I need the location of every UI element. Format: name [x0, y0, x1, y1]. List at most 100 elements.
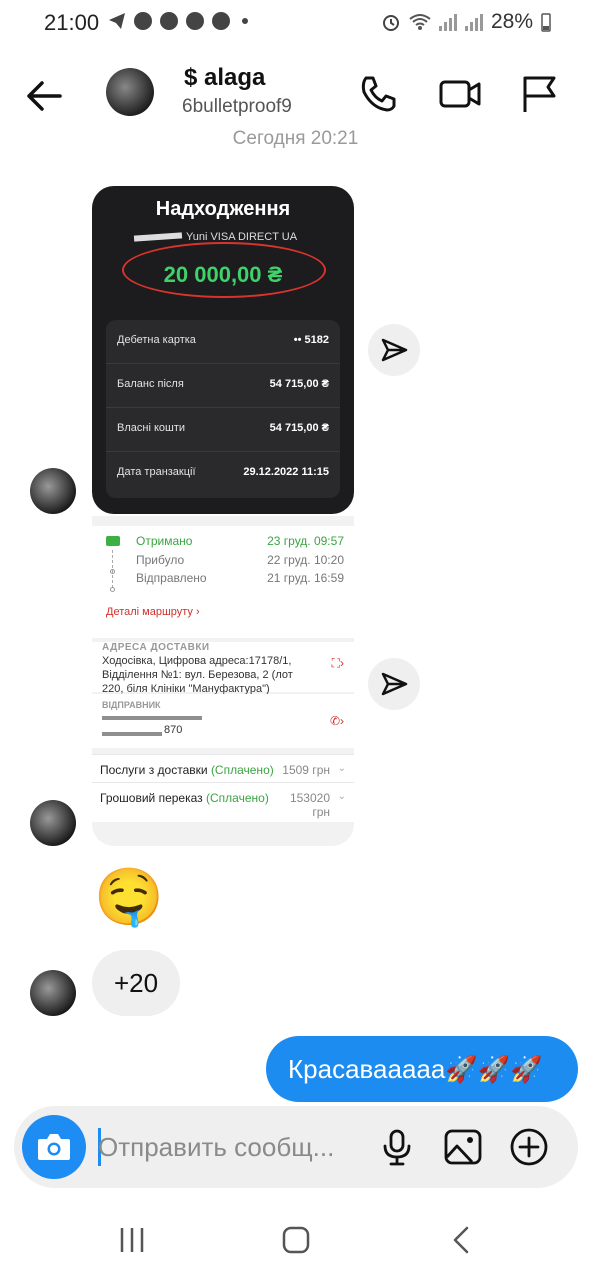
receipt-details-table: Дебетна картка •• 5182 Баланс після 54 7…	[106, 320, 340, 498]
receipt-subtitle: Yuni VISA DIRECT UA	[133, 231, 344, 243]
receipt-row-value: 54 715,00 ₴	[269, 378, 329, 390]
flag-icon	[523, 76, 556, 112]
contact-avatar[interactable]	[30, 468, 76, 514]
outgoing-message-bubble[interactable]: Красавааааа🚀🚀🚀	[266, 1036, 578, 1102]
tracking-status: Відправлено	[136, 571, 207, 585]
redaction-mark	[133, 232, 183, 242]
share-button[interactable]	[368, 324, 420, 376]
signal-icon	[438, 13, 457, 31]
redacted-text	[102, 732, 162, 736]
route-details-link: Деталі маршруту ›	[106, 606, 200, 618]
contact-avatar[interactable]	[106, 68, 154, 116]
date-separator: Сегодня 20:21	[232, 128, 359, 149]
system-navigation-bar	[0, 1196, 591, 1280]
system-status: 28%	[381, 10, 551, 34]
home-button[interactable]	[276, 1222, 316, 1258]
tracking-status: Прибуло	[136, 553, 185, 567]
receipt-row-label: Дебетна картка	[117, 334, 196, 346]
system-back-button[interactable]	[442, 1222, 482, 1258]
video-call-button[interactable]	[436, 70, 484, 118]
sender-section: ВІДПРАВНИК 870 ✆›	[92, 694, 354, 748]
receipt-image-message[interactable]: Надходження Yuni VISA DIRECT UA 20 000,0…	[92, 186, 354, 514]
receipt-row: Дебетна картка •• 5182	[106, 320, 340, 364]
receipt-row-value: 29.12.2022 11:15	[243, 466, 329, 478]
contact-avatar[interactable]	[30, 800, 76, 846]
map-icon: ⛶›	[331, 656, 344, 670]
fee-row: Послуги з доставки (Сплачено) 1509 грн ⌄	[92, 754, 354, 782]
fee-label: Послуги з доставки (Сплачено)	[100, 763, 274, 777]
microphone-icon	[383, 1129, 411, 1166]
tracking-time: 21 груд. 16:59	[267, 571, 344, 585]
voice-message-button[interactable]	[376, 1126, 418, 1168]
truck-icon	[106, 536, 120, 546]
report-button[interactable]	[516, 70, 564, 118]
wifi-icon	[409, 14, 431, 30]
share-button[interactable]	[368, 658, 420, 710]
send-icon	[381, 672, 408, 696]
facebook-icon	[160, 12, 178, 30]
receipt-row: Власні кошти 54 715,00 ₴	[106, 408, 340, 452]
fee-label: Грошовий переказ (Сплачено)	[100, 791, 269, 805]
fee-value: 1509 грн	[282, 763, 330, 777]
send-icon	[381, 338, 408, 362]
tracking-dot	[110, 587, 115, 592]
delivery-image-message[interactable]: Отримано 23 груд. 09:57 Прибуло 22 груд.…	[92, 516, 354, 846]
receipt-row-label: Власні кошти	[117, 422, 186, 434]
recent-apps-button[interactable]	[112, 1222, 152, 1258]
phone-icon	[361, 76, 396, 112]
contact-avatar[interactable]	[30, 970, 76, 1016]
receipt-row-label: Дата транзакції	[117, 466, 196, 478]
plus-circle-icon	[510, 1128, 548, 1166]
signal-icon	[464, 13, 483, 31]
sender-phone-tail: 870	[164, 724, 183, 736]
tracking-dot	[110, 569, 115, 574]
recent-apps-icon	[120, 1228, 144, 1252]
incoming-message-bubble[interactable]: +20	[92, 950, 180, 1016]
camera-icon	[38, 1134, 70, 1160]
chevron-left-icon	[453, 1226, 469, 1254]
contact-username[interactable]: 6bulletproof9	[182, 96, 292, 118]
emoji-message[interactable]: 🤤	[94, 866, 164, 930]
redacted-text	[102, 716, 202, 720]
address-header: АДРЕСА ДОСТАВКИ	[102, 642, 210, 653]
video-camera-icon	[439, 80, 481, 108]
receipt-row-value: •• 5182	[293, 334, 329, 346]
tracking-time: 22 груд. 10:20	[267, 553, 344, 567]
add-attachment-button[interactable]	[508, 1126, 550, 1168]
sender-header: ВІДПРАВНИК	[102, 700, 161, 710]
battery-percent: 28%	[490, 10, 533, 33]
receipt-row-label: Баланс після	[117, 378, 184, 390]
telegram-icon	[109, 13, 125, 29]
notification-icons	[108, 12, 248, 30]
image-icon	[444, 1129, 482, 1165]
battery-icon	[541, 13, 551, 32]
address-text: Ходосівка, Цифрова адреса:17178/1, Відді…	[102, 655, 293, 695]
messenger-icon	[212, 12, 230, 30]
home-icon	[282, 1226, 310, 1254]
tracking-status: Отримано	[136, 534, 193, 548]
facebook-icon	[186, 12, 204, 30]
chevron-down-icon: ⌄	[337, 763, 346, 774]
tracking-time: 23 груд. 09:57	[267, 534, 344, 548]
gallery-button[interactable]	[442, 1126, 484, 1168]
delivery-address-section: АДРЕСА ДОСТАВКИ Ходосівка, Цифрова адрес…	[92, 642, 354, 695]
phone-icon: ✆›	[329, 714, 344, 728]
receipt-row: Баланс після 54 715,00 ₴	[106, 364, 340, 408]
camera-button[interactable]	[22, 1115, 86, 1179]
message-input[interactable]	[98, 1126, 364, 1168]
contact-display-name[interactable]: $ alaga	[184, 64, 265, 92]
tracking-section: Отримано 23 груд. 09:57 Прибуло 22 груд.…	[92, 526, 354, 638]
fee-value: 153020 грн	[289, 791, 330, 819]
alarm-icon	[382, 15, 399, 31]
status-time: 21:00	[44, 10, 100, 35]
call-button[interactable]	[354, 70, 402, 118]
chevron-down-icon: ⌄	[337, 791, 346, 802]
more-notifications-icon	[242, 18, 248, 24]
facebook-icon	[134, 12, 152, 30]
back-button[interactable]	[20, 72, 68, 120]
receipt-title: Надходження	[155, 198, 291, 220]
receipt-row-value: 54 715,00 ₴	[269, 422, 329, 434]
fee-row: Грошовий переказ (Сплачено) 153020 грн ⌄	[92, 782, 354, 822]
message-composer	[14, 1106, 578, 1188]
arrow-left-icon	[27, 81, 62, 111]
